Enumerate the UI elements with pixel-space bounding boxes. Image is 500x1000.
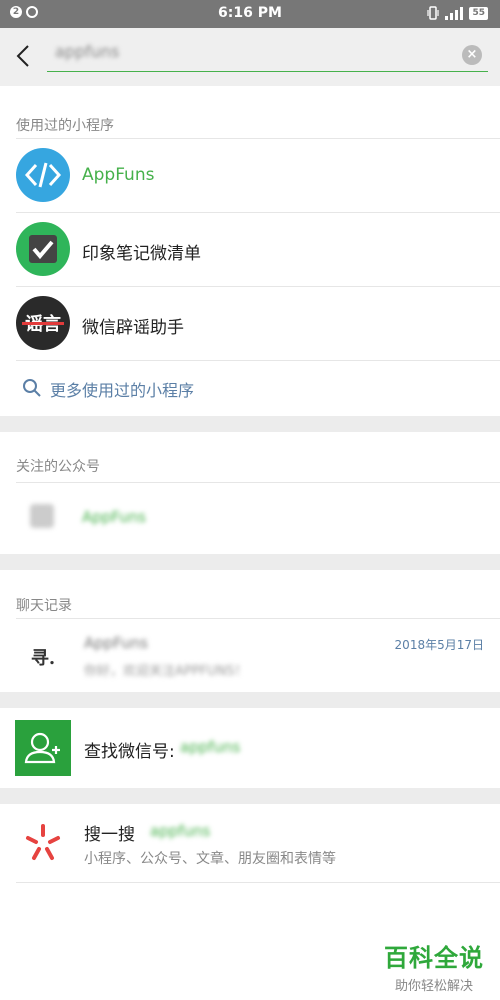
section-gap (0, 416, 500, 432)
divider (16, 286, 500, 287)
sousou-query: appfuns (150, 822, 211, 840)
clear-icon[interactable]: × (462, 45, 482, 65)
signal-icon (445, 6, 464, 20)
chat-history-section: 聊天记录 寻. AppFuns 你好，欢迎关注APPFUNS！ 2018年5月1… (0, 570, 500, 692)
status-time: 6:16 PM (218, 5, 282, 21)
mini-program-label: 微信辟谣助手 (82, 318, 184, 338)
mini-program-label: 印象笔记微清单 (82, 244, 201, 264)
search-icon (23, 379, 41, 397)
rumor-icon: 谣言 (16, 296, 70, 350)
watermark-title: 百科全说 (384, 944, 484, 972)
find-wechat-id-section[interactable]: 查找微信号: appfuns (0, 708, 500, 788)
code-brackets-icon (16, 148, 70, 202)
search-input[interactable]: appfuns (55, 42, 415, 70)
find-wechat-id-value: appfuns (180, 738, 241, 756)
more-mini-programs-label: 更多使用过的小程序 (50, 381, 195, 400)
search-bar: appfuns × (0, 28, 500, 86)
official-accounts-section: 关注的公众号 AppFuns (0, 432, 500, 554)
sousou-subtitle: 小程序、公众号、文章、朋友圈和表情等 (84, 851, 336, 867)
account-avatar (30, 504, 54, 528)
sousou-label: 搜一搜 (84, 825, 135, 845)
divider (16, 212, 500, 213)
search-underline (47, 71, 488, 72)
mini-programs-section: 使用过的小程序 AppFuns 印象笔记微清单 谣言 微信辟谣助手 更多使用过的… (0, 86, 500, 416)
section-gap (0, 788, 500, 804)
section-title-official-accounts: 关注的公众号 (16, 459, 100, 475)
back-arrow-icon[interactable] (12, 42, 34, 70)
chat-snippet: 你好，欢迎关注APPFUNS！ (84, 664, 248, 679)
battery-indicator: 55 (469, 6, 488, 20)
mini-program-label: AppFuns (82, 165, 155, 185)
divider (16, 360, 500, 361)
divider (16, 618, 500, 619)
divider (16, 482, 500, 483)
strike-line (22, 322, 64, 325)
watermark: 百科全说 助你轻松解决 (384, 938, 484, 994)
section-title-chat-history: 聊天记录 (16, 598, 72, 614)
find-wechat-id-label: 查找微信号: (84, 742, 175, 762)
watermark-subtitle: 助你轻松解决 (394, 979, 473, 994)
add-contact-icon (15, 720, 71, 776)
divider (16, 882, 500, 883)
section-gap (0, 554, 500, 570)
chat-avatar: 寻. (30, 648, 56, 669)
checkmark-icon (16, 222, 70, 276)
section-gap (0, 692, 500, 708)
chat-date: 2018年5月17日 (394, 638, 484, 652)
section-title-mini-programs: 使用过的小程序 (16, 118, 114, 134)
chat-name: AppFuns (84, 634, 148, 652)
official-account-label: AppFuns (82, 508, 146, 526)
sousou-icon (26, 824, 60, 860)
divider (16, 138, 500, 139)
status-bar: 2 6:16 PM 55 (0, 0, 500, 28)
vibrate-icon (427, 6, 440, 20)
